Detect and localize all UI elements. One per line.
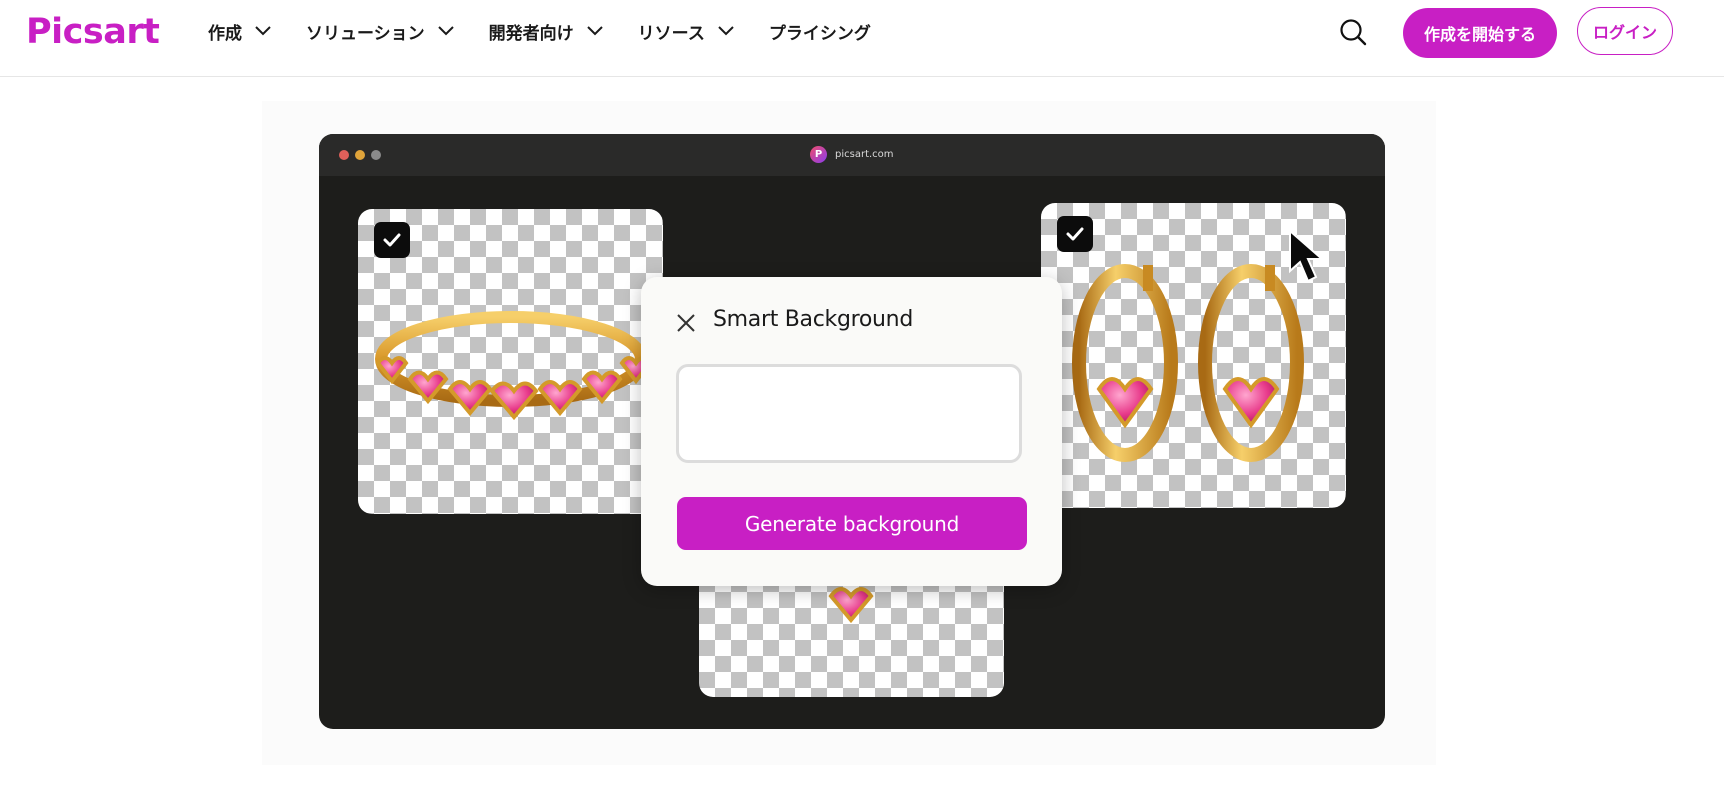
picsart-logo[interactable]: Picsart — [26, 12, 160, 52]
nav-item-label: 開発者向け — [488, 23, 574, 44]
chevron-down-icon — [255, 26, 271, 36]
chevron-down-icon — [437, 26, 454, 36]
main-nav: 作成 ソリューション 開発者向け リソース プライシング — [208, 0, 905, 62]
address-bar: P picsart.com — [810, 146, 894, 163]
dialog-title: Smart Background — [713, 307, 913, 332]
nav-item-pricing[interactable]: プライシング — [769, 0, 871, 62]
nav-item-solutions[interactable]: ソリューション — [306, 0, 455, 62]
nav-item-label: リソース — [637, 23, 705, 44]
nav-item-resources[interactable]: リソース — [638, 0, 735, 62]
background-prompt-input[interactable] — [676, 364, 1022, 463]
mouse-pointer-icon — [1289, 229, 1325, 283]
smart-background-dialog: Smart Background Generate background — [641, 277, 1062, 586]
chevron-down-icon — [718, 26, 734, 36]
nav-item-label: 作成 — [208, 23, 242, 44]
nav-item-label: プライシング — [768, 23, 871, 44]
search-icon[interactable] — [1338, 17, 1368, 47]
start-creating-button[interactable]: 作成を開始する — [1403, 8, 1557, 58]
chevron-down-icon — [586, 26, 603, 36]
nav-item-developers[interactable]: 開発者向け — [489, 0, 604, 62]
close-dot-icon — [339, 150, 349, 160]
browser-titlebar: P picsart.com — [319, 134, 1385, 176]
generate-background-button[interactable]: Generate background — [677, 497, 1027, 550]
close-icon[interactable] — [674, 311, 698, 335]
address-url: picsart.com — [835, 149, 894, 160]
nav-item-label: ソリューション — [306, 23, 425, 44]
login-button[interactable]: ログイン — [1577, 7, 1673, 55]
picsart-favicon-icon: P — [810, 146, 827, 163]
selected-check-icon[interactable] — [374, 222, 410, 258]
selected-check-icon[interactable] — [1057, 216, 1093, 252]
minimize-dot-icon — [355, 150, 365, 160]
nav-item-create[interactable]: 作成 — [208, 0, 272, 62]
product-card-ring[interactable] — [358, 209, 663, 514]
site-header: Picsart 作成 ソリューション 開発者向け リソース プライシング 作成を… — [0, 0, 1724, 77]
maximize-dot-icon — [371, 150, 381, 160]
